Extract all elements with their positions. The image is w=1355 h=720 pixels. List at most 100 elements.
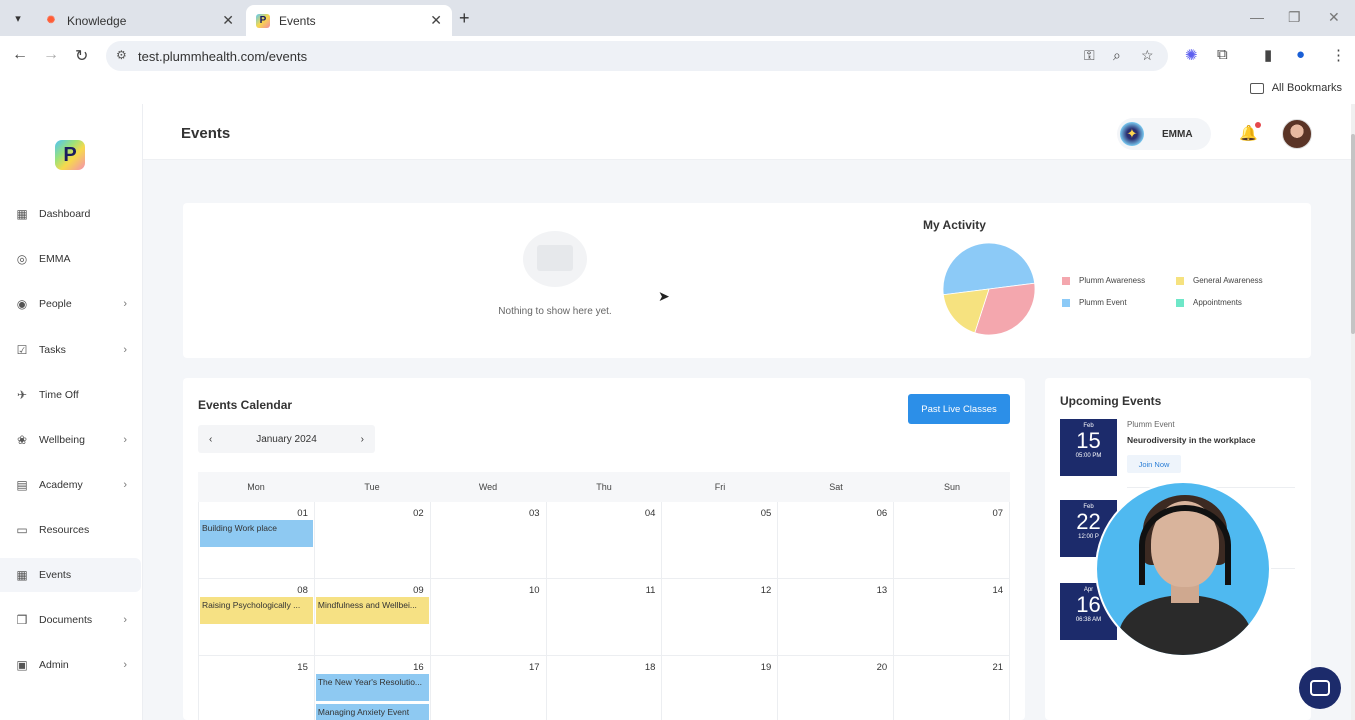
sidebar-item-documents[interactable]: ❒ Documents › [0,603,141,637]
tab-search-chevron-icon[interactable]: ▾ [6,6,30,30]
legend-swatch [1062,276,1070,285]
join-now-button[interactable]: Join Now [1127,455,1181,473]
tab-events[interactable]: P Events ✕ [246,5,452,36]
weekday-label: Fri [714,482,726,492]
chevron-right-icon: › [123,479,127,491]
plane-icon: ✈ [16,388,28,402]
calendar-day[interactable]: 04 [545,502,662,578]
sidebar-item-academy[interactable]: ▤ Academy › [0,468,141,502]
user-avatar[interactable] [1282,119,1312,149]
zoom-icon[interactable]: ⌕ [1113,47,1121,64]
extension-spark-icon[interactable]: ✺ [1185,46,1198,64]
calendar-day[interactable]: 03 [429,502,546,578]
calendar-day[interactable]: 20 [777,656,893,720]
sidebar-item-resources[interactable]: ▭ Resources [0,513,141,547]
extensions-puzzle-icon[interactable]: ⧉ [1217,46,1228,63]
minimize-icon[interactable]: — [1250,9,1264,25]
calendar-event[interactable]: Raising Psychologically ... [200,597,313,624]
calendar-event[interactable]: Mindfulness and Wellbei... [315,597,429,624]
sidebar-item-dashboard[interactable]: ▦ Dashboard [0,197,141,231]
sidebar-item-time-off[interactable]: ✈ Time Off [0,378,141,412]
calendar-day[interactable]: 15 [198,656,314,720]
calendar-day[interactable]: 13 [777,579,893,655]
event-name[interactable]: Neurodiversity in the workplace [1127,435,1255,445]
sidebar-item-label: Events [39,569,72,581]
sidebar-item-events[interactable]: ▦ Events [0,558,141,592]
plumm-logo[interactable]: P [55,140,85,170]
page-scrollbar[interactable] [1351,104,1355,720]
weekday-header: Mon Tue Wed Thu Fri Sat Sun [198,472,1010,502]
close-tab-icon[interactable]: ✕ [222,12,234,29]
day-number: 19 [760,662,772,673]
calendar-day[interactable]: 01 Building Work place [198,502,314,578]
event-day: 15 [1076,428,1101,453]
calendar-week: 01 Building Work place 02 03 04 05 06 07 [198,502,1011,579]
new-tab-icon[interactable]: + [459,8,470,29]
calendar-day[interactable]: 21 [893,656,1011,720]
upcoming-title: Upcoming Events [1060,394,1162,408]
day-number: 01 [297,508,308,519]
menu-kebab-icon[interactable]: ⋮ [1331,46,1346,64]
restore-icon[interactable]: ❐ [1288,9,1301,26]
calendar-day[interactable]: 17 [429,656,546,720]
calendar-day[interactable]: 02 [313,502,430,578]
calendar-day[interactable]: 05 [661,502,777,578]
calendar-event[interactable]: Managing Anxiety Event [315,704,429,720]
chevron-right-icon: › [123,659,127,671]
sidebar-item-label: Dashboard [39,208,91,220]
back-icon[interactable]: ← [12,46,28,64]
url-text[interactable]: test.plummhealth.com/events [138,49,307,64]
day-number: 12 [760,585,772,596]
calendar-day[interactable]: 10 [429,579,546,655]
sidebar-item-emma[interactable]: ◎ EMMA [0,242,141,276]
all-bookmarks[interactable]: All Bookmarks [1249,82,1342,94]
calendar-event[interactable]: The New Year's Resolutio... [315,674,429,701]
day-number: 02 [413,508,424,519]
chevron-right-icon: › [123,614,127,626]
profile-icon[interactable]: ● [1296,46,1305,63]
reload-icon[interactable]: ↻ [75,46,88,66]
chevron-right-icon: › [123,298,127,310]
close-window-icon[interactable]: ✕ [1328,9,1340,26]
calendar-day[interactable]: 19 [661,656,777,720]
day-number: 16 [413,662,424,673]
forward-icon[interactable]: → [43,46,59,64]
browser-tab-bar: ▾ ✺ Knowledge ✕ P Events ✕ + — ❐ ✕ [0,0,1355,36]
calendar-day[interactable]: 14 [893,579,1011,655]
notification-bell-icon[interactable]: 🔔 [1239,122,1261,142]
past-live-classes-button[interactable]: Past Live Classes [908,394,1010,424]
address-bar[interactable]: ⚙ test.plummhealth.com/events ⚿ ⌕ ☆ [106,41,1168,71]
password-key-icon[interactable]: ⚿ [1084,47,1095,64]
site-info-icon[interactable]: ⚙ [116,48,127,62]
legend-label: Appointments [1193,298,1242,307]
chevron-right-icon[interactable]: › [361,434,364,445]
sidebar-item-wellbeing[interactable]: ❀ Wellbeing › [0,423,141,457]
bookmark-star-icon[interactable]: ☆ [1141,47,1154,64]
chevron-left-icon[interactable]: ‹ [209,434,212,445]
legend-swatch [1176,298,1184,307]
sidebar-item-admin[interactable]: ▣ Admin › [0,648,141,682]
grid-icon: ▦ [16,207,28,221]
calendar-day[interactable]: 07 [893,502,1011,578]
weekday-label: Wed [478,482,498,492]
calendar-day[interactable]: 18 [545,656,662,720]
legend-swatch [1062,298,1070,307]
emma-assistant-button[interactable]: ✦ EMMA [1117,118,1211,150]
tab-title: Knowledge [67,13,127,28]
calendar-day[interactable]: 08 Raising Psychologically ... [198,579,314,655]
sidebar-item-tasks[interactable]: ☑ Tasks › [0,333,141,367]
calendar-day[interactable]: 11 [545,579,662,655]
calendar-day[interactable]: 16 The New Year's Resolutio... Managing … [313,656,430,720]
calendar-day[interactable]: 12 [661,579,777,655]
calendar-day[interactable]: 09 Mindfulness and Wellbei... [313,579,430,655]
calendar-event[interactable]: Building Work place [200,520,313,547]
side-panel-icon[interactable]: ▮ [1264,46,1272,64]
calendar-day[interactable]: 06 [777,502,893,578]
sidebar-item-people[interactable]: ◉ People › [0,287,141,321]
chat-support-button[interactable] [1299,667,1341,709]
people-icon: ◉ [16,297,28,311]
calendar-week: 08 Raising Psychologically ... 09 Mindfu… [198,579,1011,656]
close-tab-icon[interactable]: ✕ [430,12,442,29]
day-number: 08 [297,585,308,596]
tab-knowledge[interactable]: ✺ Knowledge ✕ [34,5,244,36]
